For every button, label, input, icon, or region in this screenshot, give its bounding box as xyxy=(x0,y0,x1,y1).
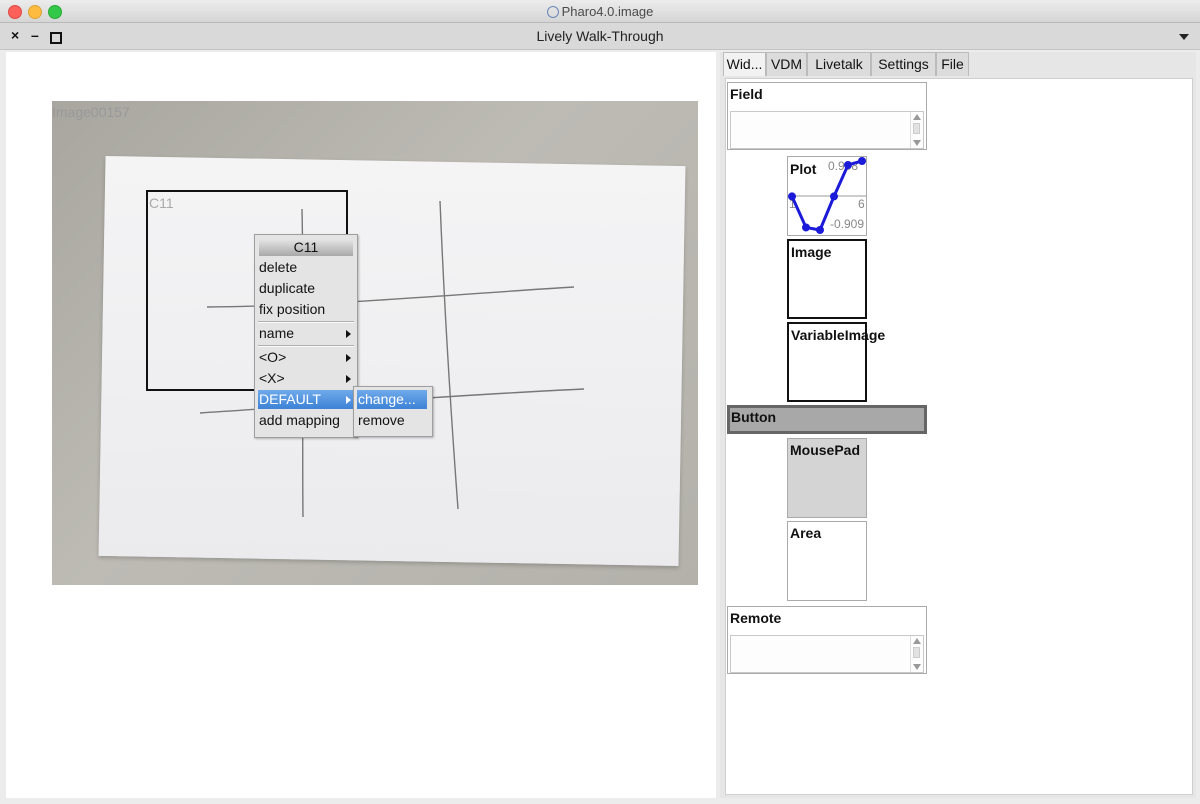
submenu-arrow-icon xyxy=(346,330,351,338)
submenu-item-change[interactable]: change... xyxy=(357,390,427,409)
os-title-bar: Pharo4.0.image xyxy=(0,0,1200,23)
area-widget[interactable]: Area xyxy=(787,521,867,601)
widget-label: Area xyxy=(790,525,822,541)
menu-item-label: fix position xyxy=(259,301,326,317)
plot-point xyxy=(802,223,810,232)
scroll-thumb[interactable] xyxy=(913,123,920,134)
context-menu-title: C11 xyxy=(259,239,353,256)
widget-label: MousePad xyxy=(790,442,861,458)
window-menu-icon[interactable] xyxy=(1179,34,1189,40)
os-window-title: Pharo4.0.image xyxy=(0,4,1200,19)
menu-item-label: <O> xyxy=(259,349,287,365)
remote-widget[interactable]: Remote xyxy=(727,606,927,674)
menu-item-label: <X> xyxy=(259,370,285,386)
cell-label: C11 xyxy=(149,195,174,211)
widget-label: VariableImage xyxy=(791,327,886,343)
scroll-thumb[interactable] xyxy=(913,647,920,658)
widget-label: Image xyxy=(791,244,832,260)
menu-item-fix-position[interactable]: fix position xyxy=(258,300,354,319)
submenu-arrow-icon xyxy=(346,354,351,362)
plot-point xyxy=(844,160,852,169)
image-label: Image00157 xyxy=(52,104,130,120)
menu-item-label: remove xyxy=(358,412,405,428)
menu-item-label: add mapping xyxy=(259,412,340,428)
scroll-up-icon[interactable] xyxy=(913,638,921,644)
menu-item-duplicate[interactable]: duplicate xyxy=(258,279,354,298)
scroll-down-icon[interactable] xyxy=(913,140,921,146)
menu-item-name[interactable]: name xyxy=(258,324,354,343)
submenu-arrow-icon xyxy=(346,375,351,383)
right-panel: Wid... VDM Livetalk Settings File Field … xyxy=(720,52,1196,798)
widget-label: Remote xyxy=(730,610,782,626)
menu-item-label: duplicate xyxy=(259,280,316,296)
menu-separator xyxy=(258,321,354,323)
tab-file[interactable]: File xyxy=(936,52,969,76)
tab-livetalk[interactable]: Livetalk xyxy=(807,52,871,76)
mousepad-widget[interactable]: MousePad xyxy=(787,438,867,518)
window-title: Lively Walk-Through xyxy=(536,28,664,44)
submenu-item-remove[interactable]: remove xyxy=(357,411,427,430)
widget-palette: Field Plot 0.958 1 6 -0.909 Image Variab… xyxy=(725,78,1193,795)
plot-widget[interactable]: Plot 0.958 1 6 -0.909 xyxy=(787,156,867,236)
scroll-down-icon[interactable] xyxy=(913,664,921,670)
scrollbar[interactable] xyxy=(910,112,923,148)
menu-item-label: name xyxy=(259,325,295,341)
menu-item-delete[interactable]: delete xyxy=(258,258,354,277)
plot-point xyxy=(830,192,838,201)
plot-graph xyxy=(788,157,866,234)
scrollbar[interactable] xyxy=(910,636,923,672)
context-menu: C11 delete duplicate fix position name <… xyxy=(254,234,358,438)
menu-item-add-mapping[interactable]: add mapping xyxy=(258,411,354,430)
button-widget[interactable]: Button xyxy=(727,405,927,434)
remote-text-input[interactable] xyxy=(730,635,924,673)
menu-item-label: DEFAULT xyxy=(259,391,321,407)
submenu: change... remove xyxy=(353,386,433,437)
field-text-input[interactable] xyxy=(730,111,924,149)
os-window-title-text: Pharo4.0.image xyxy=(561,4,654,19)
menu-separator xyxy=(258,345,354,347)
window-title-bar: × – Lively Walk-Through xyxy=(0,23,1200,50)
menu-item-default[interactable]: DEFAULT xyxy=(258,390,354,409)
menu-item-label: delete xyxy=(259,259,298,275)
plot-point xyxy=(816,226,824,234)
plot-point xyxy=(788,192,796,201)
submenu-arrow-icon xyxy=(346,396,351,404)
tab-settings[interactable]: Settings xyxy=(871,52,936,76)
widget-label: Field xyxy=(730,86,763,102)
tab-widgets[interactable]: Wid... xyxy=(723,52,766,76)
tab-vdm[interactable]: VDM xyxy=(766,52,807,76)
widget-label: Button xyxy=(731,409,777,425)
plot-point xyxy=(858,157,866,165)
menu-item-x[interactable]: <X> xyxy=(258,369,354,388)
menu-item-o[interactable]: <O> xyxy=(258,348,354,367)
variable-image-widget[interactable]: VariableImage xyxy=(787,322,885,402)
field-widget[interactable]: Field xyxy=(727,82,927,150)
image-widget[interactable]: Image xyxy=(787,239,867,319)
scroll-up-icon[interactable] xyxy=(913,114,921,120)
menu-item-label: change... xyxy=(358,391,416,407)
pharo-icon xyxy=(546,6,559,18)
